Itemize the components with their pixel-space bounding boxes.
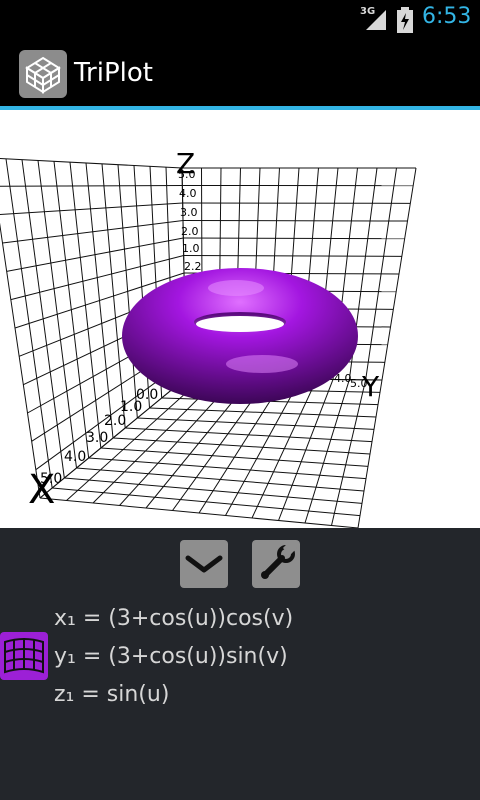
- battery-charging-icon: [397, 7, 413, 33]
- z-tick: 5.0: [178, 168, 196, 181]
- z-tick: 2.2: [184, 260, 202, 273]
- y-tick: 4.0: [334, 372, 352, 385]
- app-title: TriPlot: [74, 58, 153, 88]
- z-tick: 2.0: [181, 225, 199, 238]
- equation-panel: x₁ = (3+cos(u))cos(v) y₁ = (3+cos(u))sin…: [0, 528, 480, 800]
- mesh-surface-button[interactable]: [0, 632, 48, 680]
- action-bar: TriPlot: [0, 38, 480, 106]
- x-tick: 2.0: [104, 413, 126, 429]
- wrench-icon: [261, 540, 298, 579]
- x-tick: 4.0: [64, 449, 86, 465]
- collapse-button[interactable]: [180, 540, 228, 588]
- torus-plot[interactable]: Z Y X 5.0 4.0 3.0 2.0 1.0 2.2 5.0 4.0 3.…: [0, 110, 480, 528]
- x-tick: 3.0: [86, 430, 108, 446]
- equation-z[interactable]: z₁ = sin(u): [54, 682, 169, 707]
- cube-grid-icon: [25, 56, 61, 94]
- chevron-down-icon: [185, 555, 223, 573]
- equation-x[interactable]: x₁ = (3+cos(u))cos(v): [54, 606, 293, 631]
- x-tick: 0.0: [136, 387, 158, 403]
- mesh-surface-icon: [4, 638, 44, 674]
- equation-y[interactable]: y₁ = (3+cos(u))sin(v): [54, 644, 288, 669]
- status-time: 6:53: [422, 4, 472, 29]
- signal-icon: [366, 10, 386, 30]
- x-tick: 5.0: [40, 471, 62, 487]
- torus-surface: [122, 268, 358, 404]
- z-tick: 4.0: [179, 187, 197, 200]
- z-tick: 3.0: [180, 206, 198, 219]
- app-icon[interactable]: [19, 50, 67, 98]
- status-bar: 3G 6:53: [0, 0, 480, 38]
- y-tick: 5.0: [350, 377, 368, 390]
- settings-button[interactable]: [252, 540, 300, 588]
- plot-canvas[interactable]: Z Y X 5.0 4.0 3.0 2.0 1.0 2.2 5.0 4.0 3.…: [0, 110, 480, 528]
- z-tick: 1.0: [182, 242, 200, 255]
